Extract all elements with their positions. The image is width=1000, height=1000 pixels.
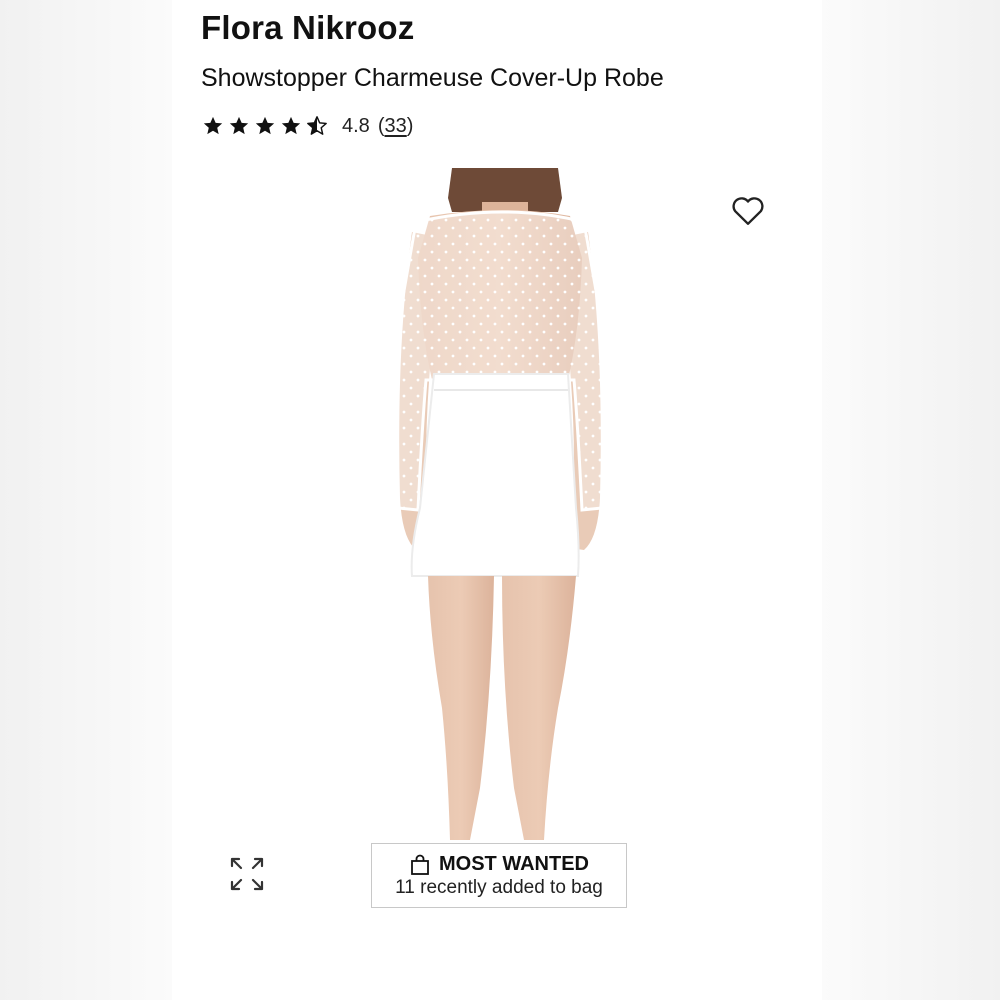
review-count-link[interactable]: (33) — [378, 115, 414, 138]
rating-value: 4.8 — [342, 114, 370, 137]
star-rating — [202, 115, 328, 137]
heart-outline-icon — [732, 197, 764, 225]
star-half-icon — [306, 115, 328, 137]
badge-title-row: MOST WANTED — [372, 853, 626, 876]
star-full-icon — [202, 115, 224, 137]
badge-title: MOST WANTED — [439, 853, 589, 875]
model-left-leg — [428, 576, 494, 840]
product-image[interactable] — [330, 168, 670, 840]
badge-subtitle: 11 recently added to bag — [395, 877, 603, 898]
shopping-bag-icon — [411, 854, 429, 875]
star-full-icon — [228, 115, 250, 137]
wishlist-button[interactable] — [728, 190, 768, 230]
expand-arrows-icon — [230, 857, 264, 891]
expand-image-button[interactable] — [226, 853, 268, 895]
rating-summary[interactable]: 4.8 (33) — [202, 112, 413, 140]
model-right-leg — [502, 576, 576, 840]
star-full-icon — [280, 115, 302, 137]
left-page-margin — [0, 0, 172, 1000]
review-close-paren: ) — [406, 114, 414, 137]
most-wanted-badge: MOST WANTED 11 recently added to bag — [371, 843, 627, 908]
star-full-icon — [254, 115, 276, 137]
brand-name[interactable]: Flora Nikrooz — [201, 9, 414, 47]
review-count[interactable]: 33 — [384, 115, 406, 137]
product-title: Showstopper Charmeuse Cover-Up Robe — [201, 64, 664, 92]
white-skirt — [410, 373, 580, 577]
right-page-margin — [822, 0, 1000, 1000]
